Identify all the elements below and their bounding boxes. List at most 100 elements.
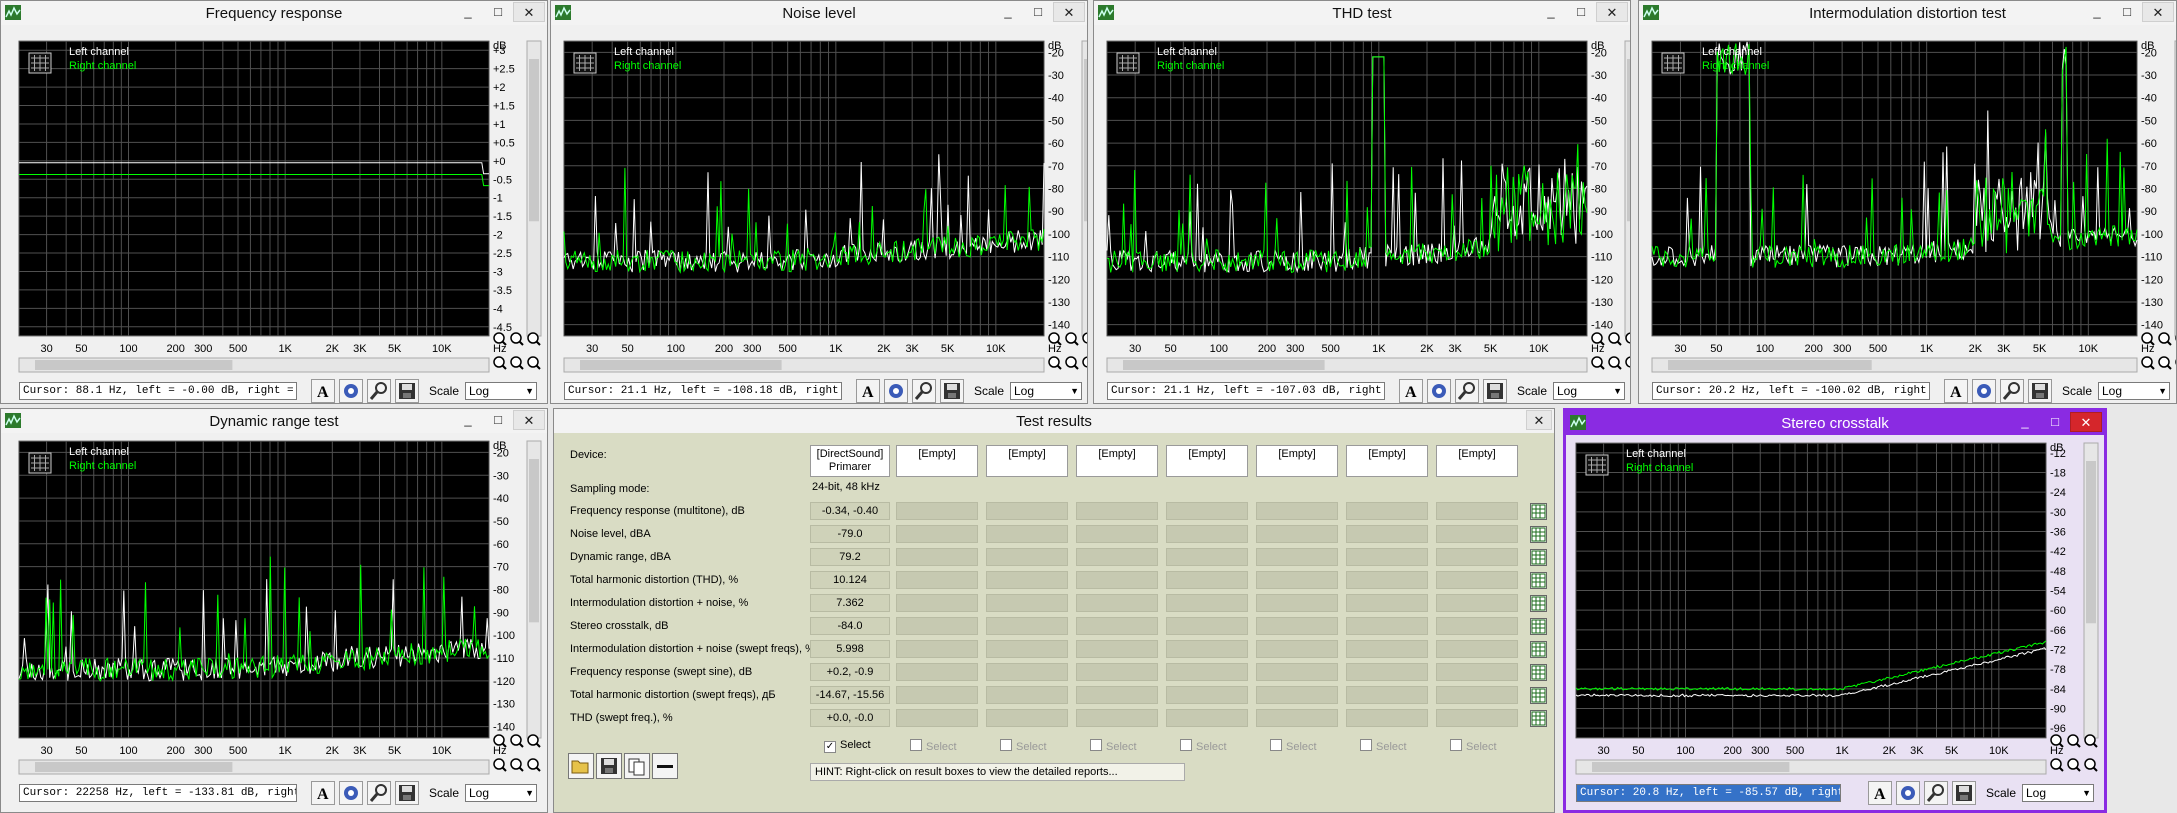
device-column-header[interactable]: [Empty] [1076,445,1158,477]
zoom-reset-icon[interactable] [1065,332,1079,346]
dynamic-range-window[interactable]: Dynamic range test _ □ ✕ Left channel Rig… [0,408,548,813]
detailed-report-button[interactable] [1530,687,1547,704]
floppy-save-icon[interactable] [395,781,419,805]
remove-column-button[interactable] [652,753,678,779]
result-cell[interactable] [896,663,978,681]
detailed-report-button[interactable] [1530,526,1547,543]
zoom-reset-icon[interactable] [2158,356,2172,370]
zoom-in-icon[interactable] [2141,356,2155,370]
zoom-reset-icon[interactable] [2158,332,2172,346]
result-cell[interactable] [1076,617,1158,635]
zoom-tool-icon[interactable] [912,379,936,403]
result-cell[interactable] [986,709,1068,727]
gear-icon[interactable] [1896,781,1920,805]
scale-select[interactable]: Log ▼ [1010,382,1082,400]
zoom-in-icon[interactable] [2050,758,2064,772]
zoom-reset-icon[interactable] [510,332,524,346]
scrollbar-thumb[interactable] [2086,461,2096,624]
zoom-reset-icon[interactable] [1065,356,1079,370]
device-column-header[interactable]: [Empty] [1256,445,1338,477]
result-cell[interactable] [1076,525,1158,543]
font-a-icon[interactable]: A [1399,379,1423,403]
result-cell[interactable]: 7.362 [810,594,890,612]
gear-icon[interactable] [339,781,363,805]
result-cell[interactable] [1256,502,1338,520]
floppy-save-icon[interactable] [1483,379,1507,403]
zoom-reset-icon[interactable] [2067,758,2081,772]
result-cell[interactable] [1346,663,1428,681]
result-cell[interactable] [896,502,978,520]
detailed-report-button[interactable] [1530,641,1547,658]
result-cell[interactable] [896,548,978,566]
result-cell[interactable] [1436,502,1518,520]
select-checkbox[interactable]: Select [1090,739,1137,753]
detailed-report-button[interactable] [1530,572,1547,589]
cursor-readout[interactable]: Cursor: 21.1 Hz, left = -108.18 dB, righ… [564,382,842,400]
zoom-reset-icon[interactable] [2067,734,2081,748]
floppy-save-icon[interactable] [395,379,419,403]
scale-select[interactable]: Log ▼ [1553,382,1625,400]
zoom-tool-icon[interactable] [367,379,391,403]
result-cell[interactable] [1166,502,1248,520]
zoom-tool-icon[interactable] [1924,781,1948,805]
scale-select[interactable]: Log ▼ [465,382,537,400]
scrollbar-thumb[interactable] [1084,59,1087,222]
result-cell[interactable] [896,525,978,543]
result-cell[interactable] [1166,640,1248,658]
spectrum-graph[interactable]: Left channelRight channeldB+3+2.5+2+1.5+… [1,1,547,403]
result-cell[interactable] [1436,525,1518,543]
result-cell[interactable] [1076,594,1158,612]
result-cell[interactable] [1436,617,1518,635]
result-cell[interactable] [986,617,1068,635]
cursor-readout[interactable]: Cursor: 20.8 Hz, left = -85.57 dB, right… [1576,784,1841,802]
result-cell[interactable] [1346,617,1428,635]
select-checkbox[interactable]: Select [1180,739,1227,753]
gear-icon[interactable] [1427,379,1451,403]
result-cell[interactable] [1346,525,1428,543]
zoom-out-icon[interactable] [2084,758,2098,772]
floppy-save-icon[interactable] [1952,781,1976,805]
font-a-icon[interactable]: A [856,379,880,403]
result-cell[interactable] [1256,571,1338,589]
zoom-reset-icon[interactable] [510,356,524,370]
spectrum-graph[interactable]: Left channelRight channeldB-12-18-24-30-… [1566,411,2104,810]
result-cell[interactable] [896,640,978,658]
scale-select[interactable]: Log ▼ [2022,784,2094,802]
result-cell[interactable] [1436,571,1518,589]
scale-select[interactable]: Log ▼ [2098,382,2170,400]
zoom-reset-icon[interactable] [510,758,524,772]
result-cell[interactable] [1166,525,1248,543]
result-cell[interactable] [1346,686,1428,704]
test-results-titlebar[interactable]: Test results ✕ [554,409,1554,433]
result-cell[interactable] [896,709,978,727]
detailed-report-button[interactable] [1530,549,1547,566]
zoom-reset-icon[interactable] [1608,356,1622,370]
result-cell[interactable] [1076,663,1158,681]
detailed-report-button[interactable] [1530,503,1547,520]
result-cell[interactable] [1436,640,1518,658]
result-cell[interactable] [986,640,1068,658]
close-icon[interactable]: ✕ [1526,410,1552,430]
result-cell[interactable] [1436,709,1518,727]
result-cell[interactable] [1076,640,1158,658]
zoom-in-icon[interactable] [493,758,507,772]
result-cell[interactable] [1166,617,1248,635]
result-cell[interactable]: +0.2, -0.9 [810,663,890,681]
result-cell[interactable] [1436,594,1518,612]
zoom-out-icon[interactable] [1625,332,1630,345]
test-results-window[interactable]: Test results ✕ Device: [DirectSound] Pri… [553,408,1555,813]
result-cell[interactable] [986,548,1068,566]
result-cell[interactable]: 10.124 [810,571,890,589]
result-cell[interactable] [986,594,1068,612]
result-cell[interactable] [1436,548,1518,566]
thd-test-window[interactable]: THD test _ □ ✕ Left channel Right channel… [1093,0,1631,404]
stereo-crosstalk-window[interactable]: Stereo crosstalk _ □ ✕ Left channel Right… [1563,408,2107,813]
result-cell[interactable] [1076,686,1158,704]
result-cell[interactable] [1436,686,1518,704]
cursor-readout[interactable]: Cursor: 20.2 Hz, left = -100.02 dB, righ… [1652,382,1930,400]
result-cell[interactable]: -84.0 [810,617,890,635]
result-cell[interactable] [1346,640,1428,658]
cursor-readout[interactable]: Cursor: 88.1 Hz, left = -0.00 dB, right … [19,382,297,400]
select-checkbox[interactable]: Select [1000,739,1047,753]
device-column-header[interactable]: [Empty] [1166,445,1248,477]
